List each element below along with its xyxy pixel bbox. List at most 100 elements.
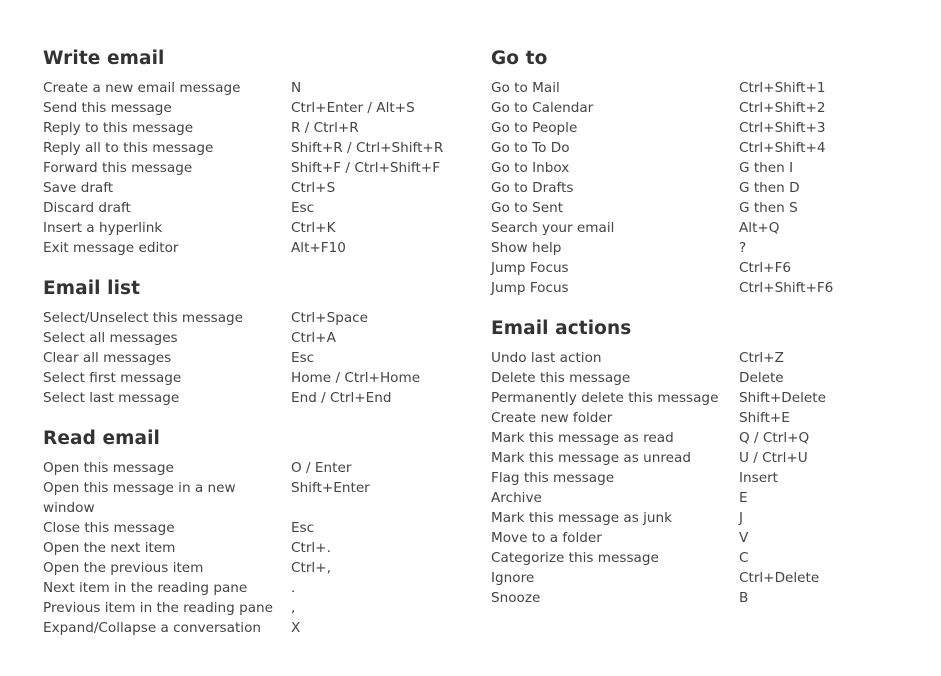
shortcut-row: Go to People Ctrl+Shift+3 (491, 118, 921, 138)
shortcut-row: Select all messages Ctrl+A (43, 328, 473, 348)
shortcut-action: Select first message (43, 370, 182, 386)
section-title: Go to (491, 48, 548, 69)
shortcut-keys: Ctrl+A (291, 330, 336, 346)
shortcut-action: Delete this message (491, 370, 631, 386)
shortcut-action: Select/Unselect this message (43, 310, 244, 326)
section-title: Email actions (491, 318, 632, 339)
shortcut-row: Create a new email message N (43, 78, 473, 98)
shortcut-row: Jump Focus Ctrl+F6 (491, 258, 921, 278)
shortcut-keys: Ctrl+Space (291, 310, 369, 326)
shortcut-keys: G then D (739, 180, 800, 196)
shortcut-keys: Delete (739, 370, 784, 386)
shortcut-row: Select/Unselect this message Ctrl+Space (43, 308, 473, 328)
shortcut-keys: N (291, 80, 302, 96)
shortcuts-column-left: Write email Create a new email message N Se… (43, 47, 473, 657)
shortcut-row: Send this message Ctrl+Enter / Alt+S (43, 98, 473, 118)
shortcut-action: Go to Mail (491, 80, 560, 96)
shortcut-row: Exit message editor Alt+F10 (43, 238, 473, 258)
shortcut-row: Select first message Home / Ctrl+Home (43, 368, 473, 388)
shortcut-action: Ignore (491, 570, 535, 586)
shortcut-action: Select last message (43, 390, 180, 406)
shortcut-row: Move to a folder V (491, 528, 921, 548)
shortcut-action: Close this message (43, 520, 175, 536)
shortcut-action: Search your email (491, 220, 615, 236)
shortcut-action: Mark this message as read (491, 430, 674, 446)
shortcut-action: Permanently delete this message (491, 390, 719, 406)
shortcut-row: Go to To Do Ctrl+Shift+4 (491, 138, 921, 158)
shortcut-action: Jump Focus (491, 280, 569, 296)
shortcut-action: Go to Calendar (491, 100, 594, 116)
shortcut-row: Show help? (491, 238, 921, 258)
shortcut-row: Mark this message as unread U / Ctrl+U (491, 448, 921, 468)
shortcut-keys: Alt+Q (739, 220, 780, 236)
shortcut-keys: Ctrl+Shift+F6 (739, 280, 834, 296)
shortcut-action: Move to a folder (491, 530, 602, 546)
shortcut-row: Expand/Collapse a conversation X (43, 618, 473, 638)
section-title: Read email (43, 428, 160, 449)
shortcut-action: Jump Focus (491, 260, 569, 276)
shortcut-keys: Alt+F10 (291, 240, 346, 256)
shortcut-action: Previous item in the reading pane (43, 600, 274, 616)
shortcut-keys: O / Enter (291, 460, 352, 476)
shortcut-keys: End / Ctrl+End (291, 390, 392, 406)
shortcut-action: Flag this message (491, 470, 615, 486)
shortcut-keys: C (739, 550, 749, 566)
shortcut-action: Create new folder (491, 410, 613, 426)
shortcut-action: Undo last action (491, 350, 602, 366)
section-title: Write email (43, 48, 165, 69)
shortcut-section-go-to: Go to Go to Mail Ctrl+Shift+1 Go to Calenda… (491, 47, 921, 298)
shortcut-action: Expand/Collapse a conversation (43, 620, 262, 636)
shortcut-action: Send this message (43, 100, 172, 116)
shortcut-keys: Shift+Delete (739, 390, 826, 406)
shortcut-row: Ignore Ctrl+Delete (491, 568, 921, 588)
shortcut-keys: Ctrl+Shift+1 (739, 80, 826, 96)
shortcut-row: Forward this message Shift+F / Ctrl+Shift… (43, 158, 473, 178)
shortcut-row: Flag this message Insert (491, 468, 921, 488)
shortcuts-column-right: Go to Go to Mail Ctrl+Shift+1 Go to Calenda… (491, 47, 921, 627)
shortcut-action: Discard draft (43, 200, 131, 216)
shortcut-row: Previous item in the reading pane, (43, 598, 473, 618)
shortcut-keys: Ctrl+Shift+2 (739, 100, 826, 116)
shortcut-row: Snooze B (491, 588, 921, 608)
shortcut-keys: Ctrl+Shift+3 (739, 120, 826, 136)
shortcut-keys: Esc (291, 350, 315, 366)
shortcut-row: Save draft Ctrl+S (43, 178, 473, 198)
shortcut-row: Delete this message Delete (491, 368, 921, 388)
shortcut-action: Exit message editor (43, 240, 179, 256)
shortcut-action: Mark this message as junk (491, 510, 672, 526)
shortcut-keys: Esc (291, 200, 315, 216)
shortcut-row: Close this message Esc (43, 518, 473, 538)
shortcut-action: Open this message in a new window (43, 480, 236, 516)
shortcut-action: Archive (491, 490, 542, 506)
shortcut-action: Mark this message as unread (491, 450, 691, 466)
shortcut-action: Show help (491, 240, 562, 256)
shortcut-keys: X (291, 620, 301, 636)
shortcut-action: Go to To Do (491, 140, 570, 156)
shortcut-keys: Esc (291, 520, 315, 536)
shortcut-action: Go to Inbox (491, 160, 570, 176)
shortcut-row: Mark this message as read Q / Ctrl+Q (491, 428, 921, 448)
shortcut-keys: V (739, 530, 749, 546)
shortcut-row: Go to Mail Ctrl+Shift+1 (491, 78, 921, 98)
shortcut-keys: ? (739, 240, 747, 256)
shortcut-action: Open the next item (43, 540, 176, 556)
shortcut-row: Open this message O / Enter (43, 458, 473, 478)
shortcut-keys: E (739, 490, 748, 506)
shortcut-keys: R / Ctrl+R (291, 120, 359, 136)
shortcut-action: Insert a hyperlink (43, 220, 163, 236)
shortcut-keys: Shift+F / Ctrl+Shift+F (291, 160, 441, 176)
shortcut-keys: Ctrl+Shift+4 (739, 140, 826, 156)
shortcut-keys: G then I (739, 160, 794, 176)
shortcut-row: Undo last action Ctrl+Z (491, 348, 921, 368)
shortcut-action: Reply to this message (43, 120, 194, 136)
shortcut-row: Clear all messages Esc (43, 348, 473, 368)
shortcut-keys: Shift+E (739, 410, 790, 426)
shortcut-row: Go to Inbox G then I (491, 158, 921, 178)
shortcut-row: Go to Sent G then S (491, 198, 921, 218)
shortcut-row: Reply to this message R / Ctrl+R (43, 118, 473, 138)
section-title: Email list (43, 278, 141, 299)
shortcut-keys: Insert (739, 470, 778, 486)
shortcut-keys: Ctrl+Delete (739, 570, 820, 586)
shortcut-keys: Ctrl+K (291, 220, 336, 236)
shortcut-keys: Ctrl+Enter / Alt+S (291, 100, 415, 116)
